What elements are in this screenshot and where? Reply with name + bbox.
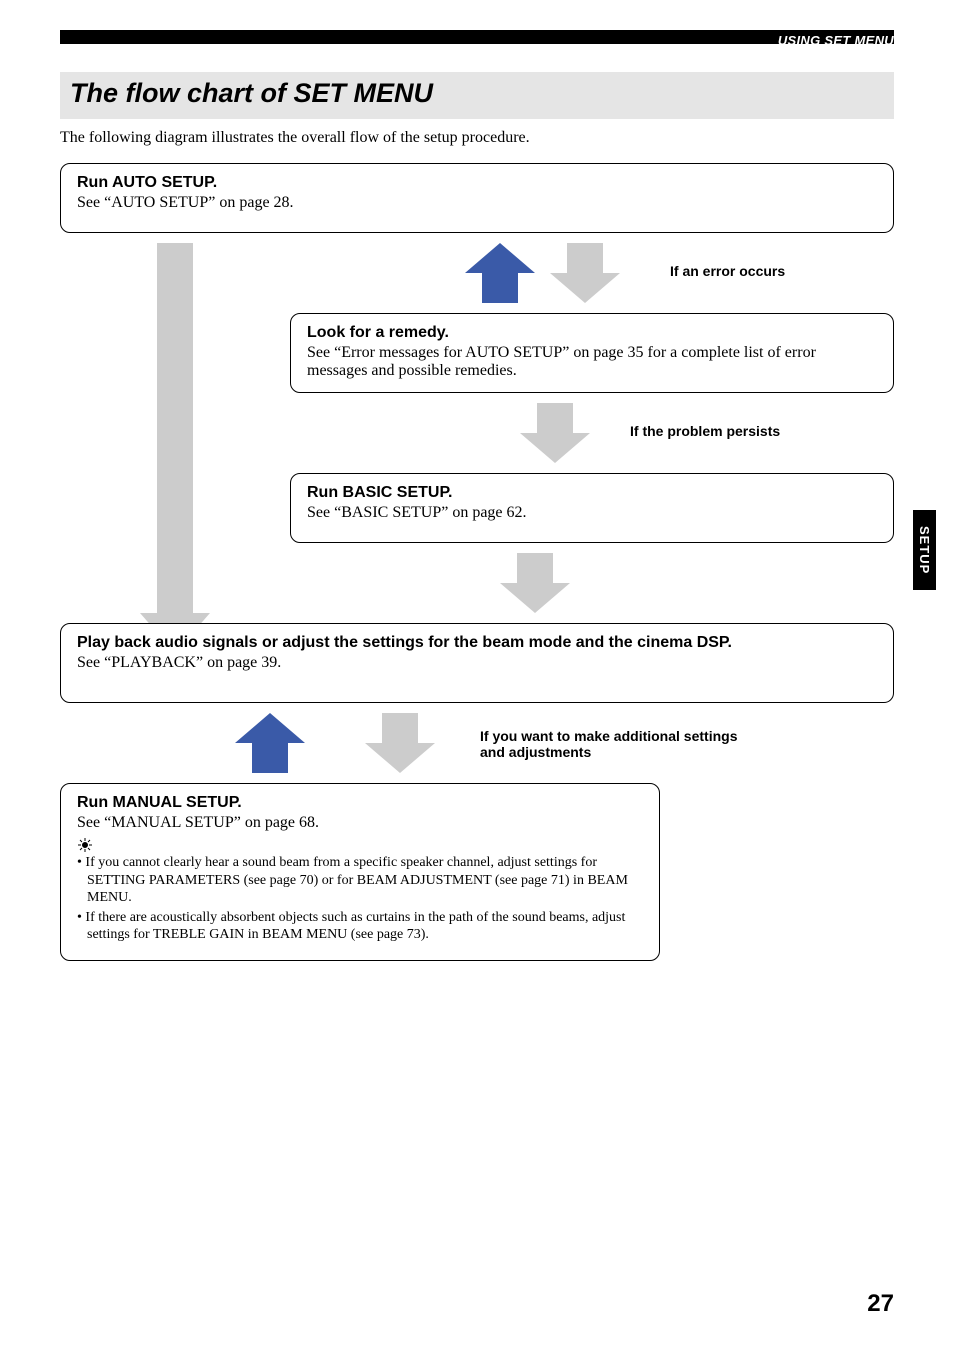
- label-if-error: If an error occurs: [670, 263, 785, 279]
- box-playback: Play back audio signals or adjust the se…: [60, 623, 894, 703]
- arrow-down-additional-icon: [365, 713, 435, 773]
- tip-item: • If you cannot clearly hear a sound bea…: [77, 854, 643, 907]
- page-title: The flow chart of SET MENU: [70, 78, 884, 109]
- box-playback-title: Play back audio signals or adjust the se…: [77, 634, 877, 652]
- box-basic-text: See “BASIC SETUP” on page 62.: [307, 504, 877, 522]
- header-section-label: USING SET MENU: [778, 33, 894, 48]
- box-playback-text: See “PLAYBACK” on page 39.: [77, 654, 877, 672]
- box-manual-title: Run MANUAL SETUP.: [77, 794, 643, 812]
- arrow-up-blue-2-icon: [235, 713, 305, 773]
- label-additional: If you want to make additional settings …: [480, 728, 737, 760]
- box-manual-tips: • If you cannot clearly hear a sound bea…: [77, 854, 643, 944]
- tip-item: • If there are acoustically absorbent ob…: [77, 909, 643, 944]
- box-remedy-text: See “Error messages for AUTO SETUP” on p…: [307, 344, 877, 380]
- tip-icon: [77, 838, 643, 852]
- arrow-down-long-icon: [140, 243, 210, 653]
- box-remedy: Look for a remedy. See “Error messages f…: [290, 313, 894, 393]
- page-number: 27: [867, 1290, 894, 1318]
- box-auto-title: Run AUTO SETUP.: [77, 174, 877, 192]
- side-tab-setup: SETUP: [913, 510, 936, 590]
- box-auto-setup: Run AUTO SETUP. See “AUTO SETUP” on page…: [60, 163, 894, 233]
- box-auto-text: See “AUTO SETUP” on page 28.: [77, 194, 877, 212]
- box-manual-text: See “MANUAL SETUP” on page 68.: [77, 814, 643, 832]
- label-if-persists: If the problem persists: [630, 423, 780, 439]
- arrow-down-error-icon: [550, 243, 620, 303]
- box-basic-setup: Run BASIC SETUP. See “BASIC SETUP” on pa…: [290, 473, 894, 543]
- arrow-down-basic-icon: [500, 553, 570, 613]
- flowchart: Run AUTO SETUP. See “AUTO SETUP” on page…: [60, 163, 894, 1043]
- intro-text: The following diagram illustrates the ov…: [60, 129, 894, 147]
- header-black-bar: [60, 30, 894, 44]
- box-basic-title: Run BASIC SETUP.: [307, 484, 877, 502]
- box-manual-setup: Run MANUAL SETUP. See “MANUAL SETUP” on …: [60, 783, 660, 961]
- arrow-up-blue-icon: [465, 243, 535, 303]
- label-additional-l2: and adjustments: [480, 744, 737, 760]
- box-remedy-title: Look for a remedy.: [307, 324, 877, 342]
- arrow-down-persists-icon: [520, 403, 590, 463]
- title-band: The flow chart of SET MENU: [60, 72, 894, 119]
- page: USING SET MENU The flow chart of SET MEN…: [0, 0, 954, 1348]
- label-additional-l1: If you want to make additional settings: [480, 728, 737, 744]
